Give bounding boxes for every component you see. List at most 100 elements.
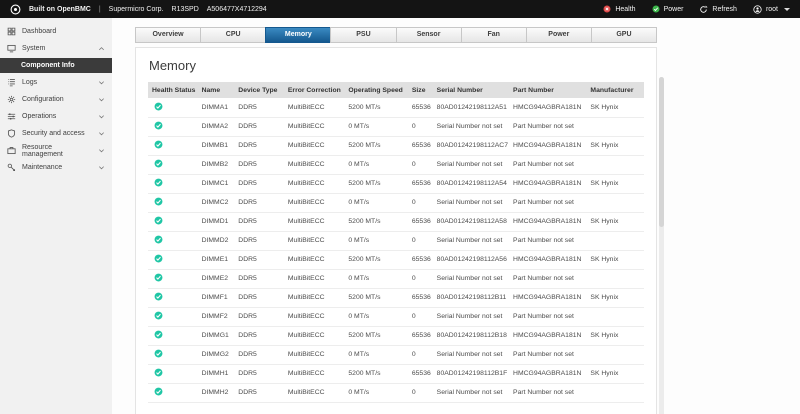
column-header-serial-number: Serial Number xyxy=(433,82,509,98)
serial-number-cell: 80AD01242198112B11 xyxy=(433,288,509,307)
sidebar-item-resource-management[interactable]: Resource management xyxy=(0,142,112,159)
part-number-cell: Part Number not set xyxy=(509,307,586,326)
sidebar-item-logs[interactable]: Logs xyxy=(0,74,112,91)
health-ok-icon xyxy=(154,178,163,187)
part-number-cell: HMCG94AGBRA181N xyxy=(509,364,586,383)
column-header-error-correction: Error Correction xyxy=(284,82,345,98)
operating-speed-cell: 5200 MT/s xyxy=(344,250,407,269)
manufacturer-cell xyxy=(586,155,644,174)
scrollbar-thumb[interactable] xyxy=(659,77,664,227)
error-correction-cell: MultiBitECC xyxy=(284,364,345,383)
sidebar-item-security-and-access[interactable]: Security and access xyxy=(0,125,112,142)
operating-speed-cell: 0 MT/s xyxy=(344,193,407,212)
table-row-dimmg1: DIMMG1DDR5MultiBitECC5200 MT/s6553680AD0… xyxy=(148,326,644,345)
operating-speed-cell: 0 MT/s xyxy=(344,117,407,136)
part-number-cell: Part Number not set xyxy=(509,155,586,174)
health-status-cell xyxy=(148,364,198,383)
health-ok-icon xyxy=(154,292,163,301)
tab-psu[interactable]: PSU xyxy=(330,27,396,43)
sidebar-item-system[interactable]: System xyxy=(0,40,112,57)
sidebar-item-operations[interactable]: Operations xyxy=(0,108,112,125)
size-cell: 0 xyxy=(408,155,433,174)
column-header-operating-speed: Operating Speed xyxy=(344,82,407,98)
operating-speed-cell: 5200 MT/s xyxy=(344,174,407,193)
security-icon xyxy=(7,129,16,138)
operating-speed-cell: 0 MT/s xyxy=(344,383,407,402)
vertical-scrollbar[interactable] xyxy=(659,77,664,414)
manufacturer-cell: SK Hynix xyxy=(586,136,644,155)
sidebar-item-component-info[interactable]: Component Info xyxy=(0,58,112,73)
user-menu-button[interactable]: root xyxy=(753,5,790,14)
health-status-cell xyxy=(148,307,198,326)
health-ok-icon xyxy=(154,254,163,263)
manufacturer-cell xyxy=(586,269,644,288)
name-cell: DIMME1 xyxy=(198,250,235,269)
manufacturer-cell xyxy=(586,383,644,402)
serial-number-cell: 80AD01242198112A56 xyxy=(433,250,509,269)
name-cell: DIMMD2 xyxy=(198,231,235,250)
part-number-cell: Part Number not set xyxy=(509,345,586,364)
health-status-button[interactable]: Health xyxy=(603,5,635,13)
tab-gpu[interactable]: GPU xyxy=(591,27,657,43)
operations-icon xyxy=(7,112,16,121)
serial-number-cell: 80AD01242198112A54 xyxy=(433,174,509,193)
table-header-row: Health StatusNameDevice TypeError Correc… xyxy=(148,82,644,98)
error-correction-cell: MultiBitECC xyxy=(284,155,345,174)
device-type-cell: DDR5 xyxy=(234,383,284,402)
name-cell: DIMMH1 xyxy=(198,364,235,383)
health-ok-icon xyxy=(154,349,163,358)
sidebar-item-dashboard[interactable]: Dashboard xyxy=(0,23,112,40)
column-header-part-number: Part Number xyxy=(509,82,586,98)
manufacturer-cell: SK Hynix xyxy=(586,98,644,117)
configuration-icon xyxy=(7,95,16,104)
table-row-dimmc2: DIMMC2DDR5MultiBitECC0 MT/s0Serial Numbe… xyxy=(148,193,644,212)
name-cell: DIMMC2 xyxy=(198,193,235,212)
tab-sensor[interactable]: Sensor xyxy=(396,27,462,43)
device-type-cell: DDR5 xyxy=(234,269,284,288)
header-actions: Health Power Refresh root xyxy=(587,5,790,14)
sidebar-item-configuration[interactable]: Configuration xyxy=(0,91,112,108)
sidebar-item-label: Security and access xyxy=(22,130,92,137)
size-cell: 0 xyxy=(408,193,433,212)
name-cell: DIMMC1 xyxy=(198,174,235,193)
error-correction-cell: MultiBitECC xyxy=(284,269,345,288)
health-critical-icon xyxy=(603,5,611,13)
health-status-cell xyxy=(148,155,198,174)
manufacturer-cell xyxy=(586,117,644,136)
health-ok-icon xyxy=(154,159,163,168)
serial-number-cell: 80AD01242198112A58 xyxy=(433,212,509,231)
manufacturer-cell xyxy=(586,307,644,326)
name-cell: DIMMG2 xyxy=(198,345,235,364)
tab-memory[interactable]: Memory xyxy=(265,27,331,43)
size-cell: 65536 xyxy=(408,250,433,269)
manufacturer-cell: SK Hynix xyxy=(586,364,644,383)
error-correction-cell: MultiBitECC xyxy=(284,326,345,345)
tab-power[interactable]: Power xyxy=(526,27,592,43)
health-status-cell xyxy=(148,326,198,345)
openbmc-logo-icon[interactable] xyxy=(10,4,21,15)
health-status-cell xyxy=(148,136,198,155)
serial-number-cell: Serial Number not set xyxy=(433,155,509,174)
name-cell: DIMME2 xyxy=(198,269,235,288)
size-cell: 0 xyxy=(408,269,433,288)
refresh-button[interactable]: Refresh xyxy=(699,5,737,14)
sidebar-item-maintenance[interactable]: Maintenance xyxy=(0,159,112,176)
operating-speed-cell: 0 MT/s xyxy=(344,269,407,288)
serial-number-cell: Serial Number not set xyxy=(433,383,509,402)
size-cell: 0 xyxy=(408,231,433,250)
error-correction-cell: MultiBitECC xyxy=(284,345,345,364)
device-type-cell: DDR5 xyxy=(234,250,284,269)
chevron-down-icon xyxy=(98,96,105,103)
tab-overview[interactable]: Overview xyxy=(135,27,201,43)
operating-speed-cell: 0 MT/s xyxy=(344,155,407,174)
tab-cpu[interactable]: CPU xyxy=(200,27,266,43)
error-correction-cell: MultiBitECC xyxy=(284,250,345,269)
name-cell: DIMMG1 xyxy=(198,326,235,345)
manufacturer-cell xyxy=(586,345,644,364)
error-correction-cell: MultiBitECC xyxy=(284,383,345,402)
tab-fan[interactable]: Fan xyxy=(461,27,527,43)
power-status-button[interactable]: Power xyxy=(652,5,684,13)
part-number-cell: Part Number not set xyxy=(509,269,586,288)
operating-speed-cell: 5200 MT/s xyxy=(344,288,407,307)
health-status-cell xyxy=(148,383,198,402)
